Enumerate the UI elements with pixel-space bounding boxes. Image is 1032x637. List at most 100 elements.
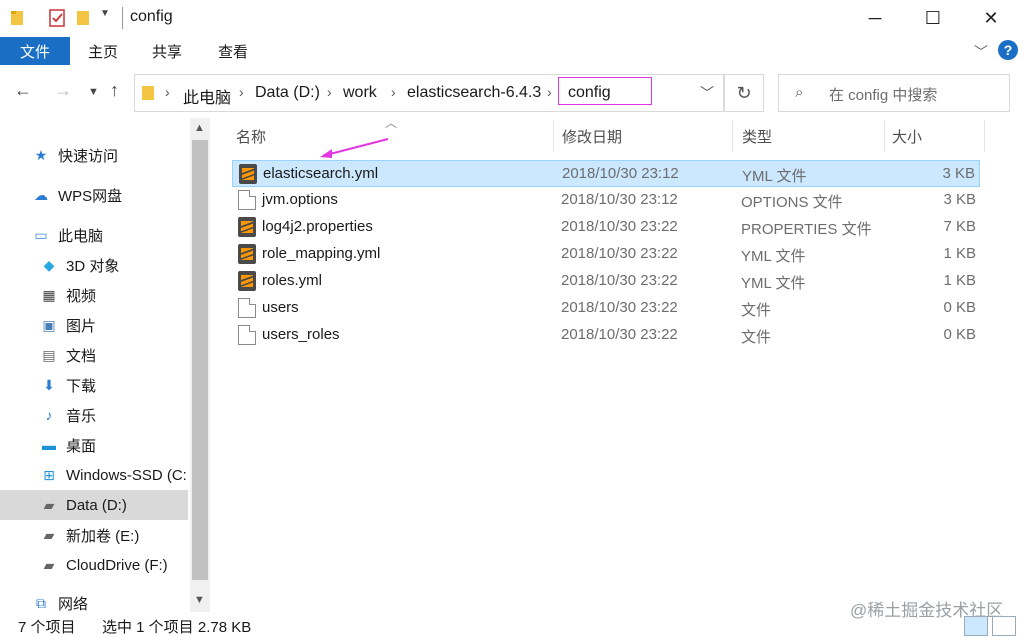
address-bar[interactable]: › 此电脑 › Data (D:) › work › elasticsearch…	[134, 74, 724, 112]
new-folder-icon[interactable]	[76, 8, 90, 28]
nav-this-pc[interactable]: ▭ 此电脑	[0, 220, 188, 250]
column-type[interactable]: 类型	[742, 126, 772, 147]
breadcrumb-config[interactable]: config	[568, 84, 611, 102]
file-row[interactable]: elasticsearch.yml 2018/10/30 23:12 YML 文件 3…	[232, 160, 980, 187]
nav-desktop[interactable]: ▬ 桌面	[0, 430, 188, 460]
column-divider[interactable]	[884, 120, 885, 152]
tab-view[interactable]: 查看	[218, 41, 248, 62]
refresh-icon[interactable]: ↻	[724, 74, 764, 112]
file-name: role_mapping.yml	[262, 245, 381, 262]
details-view-icon[interactable]	[964, 616, 988, 636]
file-size: 1 KB	[943, 272, 976, 289]
nav-drive-c[interactable]: ⊞ Windows-SSD (C:	[0, 460, 188, 490]
chevron-right-icon[interactable]: ›	[239, 84, 244, 100]
file-name: users_roles	[262, 326, 340, 343]
large-icons-view-icon[interactable]	[992, 616, 1016, 636]
column-name[interactable]: 名称	[236, 126, 266, 147]
file-size: 7 KB	[943, 218, 976, 235]
breadcrumb-this-pc[interactable]: 此电脑	[183, 84, 231, 108]
nav-drive-d[interactable]: ▰ Data (D:)	[0, 490, 188, 520]
file-size: 1 KB	[943, 245, 976, 262]
nav-documents[interactable]: ▤ 文档	[0, 340, 188, 370]
column-modified[interactable]: 修改日期	[562, 126, 622, 147]
nav-wps-cloud[interactable]: ☁ WPS网盘	[0, 180, 188, 210]
address-row: ← → ▼ ↑ › 此电脑 › Data (D:) › work › elast…	[0, 66, 1032, 118]
picture-icon: ▣	[42, 316, 56, 333]
scroll-down-icon[interactable]: ▼	[194, 594, 205, 606]
file-type: YML 文件	[741, 275, 806, 292]
search-input[interactable]: ⌕ 在 config 中搜索	[778, 74, 1010, 112]
sublime-icon	[238, 217, 256, 237]
properties-icon[interactable]	[48, 8, 66, 28]
blank-file-icon	[238, 325, 256, 345]
annotation-arrow	[320, 138, 389, 158]
drive-icon: ▰	[43, 496, 55, 513]
computer-icon: ▭	[34, 226, 48, 243]
file-row[interactable]: role_mapping.yml 2018/10/30 23:22 YML 文件 1 …	[232, 241, 980, 268]
nav-videos[interactable]: ▦ 视频	[0, 280, 188, 310]
scroll-thumb[interactable]	[192, 140, 208, 580]
chevron-right-icon[interactable]: ›	[165, 84, 170, 100]
file-modified: 2018/10/30 23:22	[561, 272, 678, 289]
chevron-right-icon[interactable]: ›	[547, 84, 552, 100]
nav-downloads[interactable]: ⬇ 下载	[0, 370, 188, 400]
file-row[interactable]: users_roles 2018/10/30 23:22 文件 0 KB	[232, 322, 980, 349]
file-row[interactable]: roles.yml 2018/10/30 23:22 YML 文件 1 KB	[232, 268, 980, 295]
tab-file[interactable]: 文件	[0, 37, 70, 65]
up-icon[interactable]: ↑	[110, 80, 119, 101]
tab-home[interactable]: 主页	[88, 41, 118, 62]
scroll-up-icon[interactable]: ▲	[194, 122, 205, 134]
file-size: 0 KB	[943, 326, 976, 343]
forward-icon[interactable]: →	[54, 80, 72, 101]
tab-share[interactable]: 共享	[152, 41, 182, 62]
file-type: OPTIONS 文件	[741, 194, 843, 211]
breadcrumb-data-drive[interactable]: Data (D:)	[255, 84, 320, 102]
file-type: PROPERTIES 文件	[741, 221, 872, 238]
nav-drive-e[interactable]: ▰ 新加卷 (E:)	[0, 520, 188, 550]
windows-drive-icon: ⊞	[43, 466, 55, 483]
file-name: log4j2.properties	[262, 218, 373, 235]
file-modified: 2018/10/30 23:12	[561, 191, 678, 208]
nav-pictures[interactable]: ▣ 图片	[0, 310, 188, 340]
file-modified: 2018/10/30 23:22	[561, 299, 678, 316]
nav-3d-objects[interactable]: ◆ 3D 对象	[0, 250, 188, 280]
file-type: 文件	[741, 302, 772, 319]
folder-icon[interactable]	[10, 8, 24, 28]
chevron-right-icon[interactable]: ›	[391, 84, 396, 100]
file-name: users	[262, 299, 299, 316]
sublime-icon	[239, 164, 257, 184]
help-button[interactable]: ?	[998, 40, 1018, 60]
chevron-right-icon[interactable]: ›	[327, 84, 332, 100]
maximize-button[interactable]: ☐	[904, 0, 962, 36]
breadcrumb-elasticsearch[interactable]: elasticsearch-6.4.3	[407, 84, 541, 102]
expand-ribbon-icon[interactable]: ﹀	[974, 42, 988, 62]
file-modified: 2018/10/30 23:22	[561, 245, 678, 262]
column-divider[interactable]	[732, 120, 733, 152]
file-type: YML 文件	[742, 168, 807, 185]
sublime-icon	[238, 244, 256, 264]
nav-music[interactable]: ♪ 音乐	[0, 400, 188, 430]
file-row[interactable]: users 2018/10/30 23:22 文件 0 KB	[232, 295, 980, 322]
sort-ascending-icon: ︿	[385, 116, 398, 130]
back-icon[interactable]: ←	[14, 80, 32, 101]
cube-icon: ◆	[43, 256, 55, 273]
minimize-button[interactable]: ─	[846, 0, 904, 36]
chevron-down-icon[interactable]: ﹀	[700, 83, 714, 103]
recent-locations-icon[interactable]: ▼	[88, 86, 99, 98]
column-size[interactable]: 大小	[892, 126, 922, 147]
column-divider[interactable]	[553, 120, 554, 152]
column-divider[interactable]	[984, 120, 985, 152]
file-row[interactable]: log4j2.properties 2018/10/30 23:22 PROPERT…	[232, 214, 980, 241]
file-row[interactable]: jvm.options 2018/10/30 23:12 OPTIONS 文件 3 K…	[232, 187, 980, 214]
file-name: jvm.options	[262, 191, 338, 208]
close-button[interactable]: ✕	[962, 0, 1020, 36]
nav-quick-access[interactable]: ★ 快速访问	[0, 140, 188, 170]
nav-drive-f[interactable]: ▰ CloudDrive (F:)	[0, 550, 188, 580]
customize-toolbar-icon[interactable]: ▼	[100, 8, 110, 28]
nav-scrollbar[interactable]: ▲ ▼	[190, 118, 210, 612]
breadcrumb-work[interactable]: work	[343, 84, 377, 102]
file-type: YML 文件	[741, 248, 806, 265]
file-size: 3 KB	[942, 165, 975, 182]
ribbon: 文件 主页 共享 查看 ﹀ ?	[0, 36, 1032, 66]
file-list: ︿ 名称 修改日期 类型 大小 elasticsearch.yml 2018/10…	[212, 116, 1032, 612]
